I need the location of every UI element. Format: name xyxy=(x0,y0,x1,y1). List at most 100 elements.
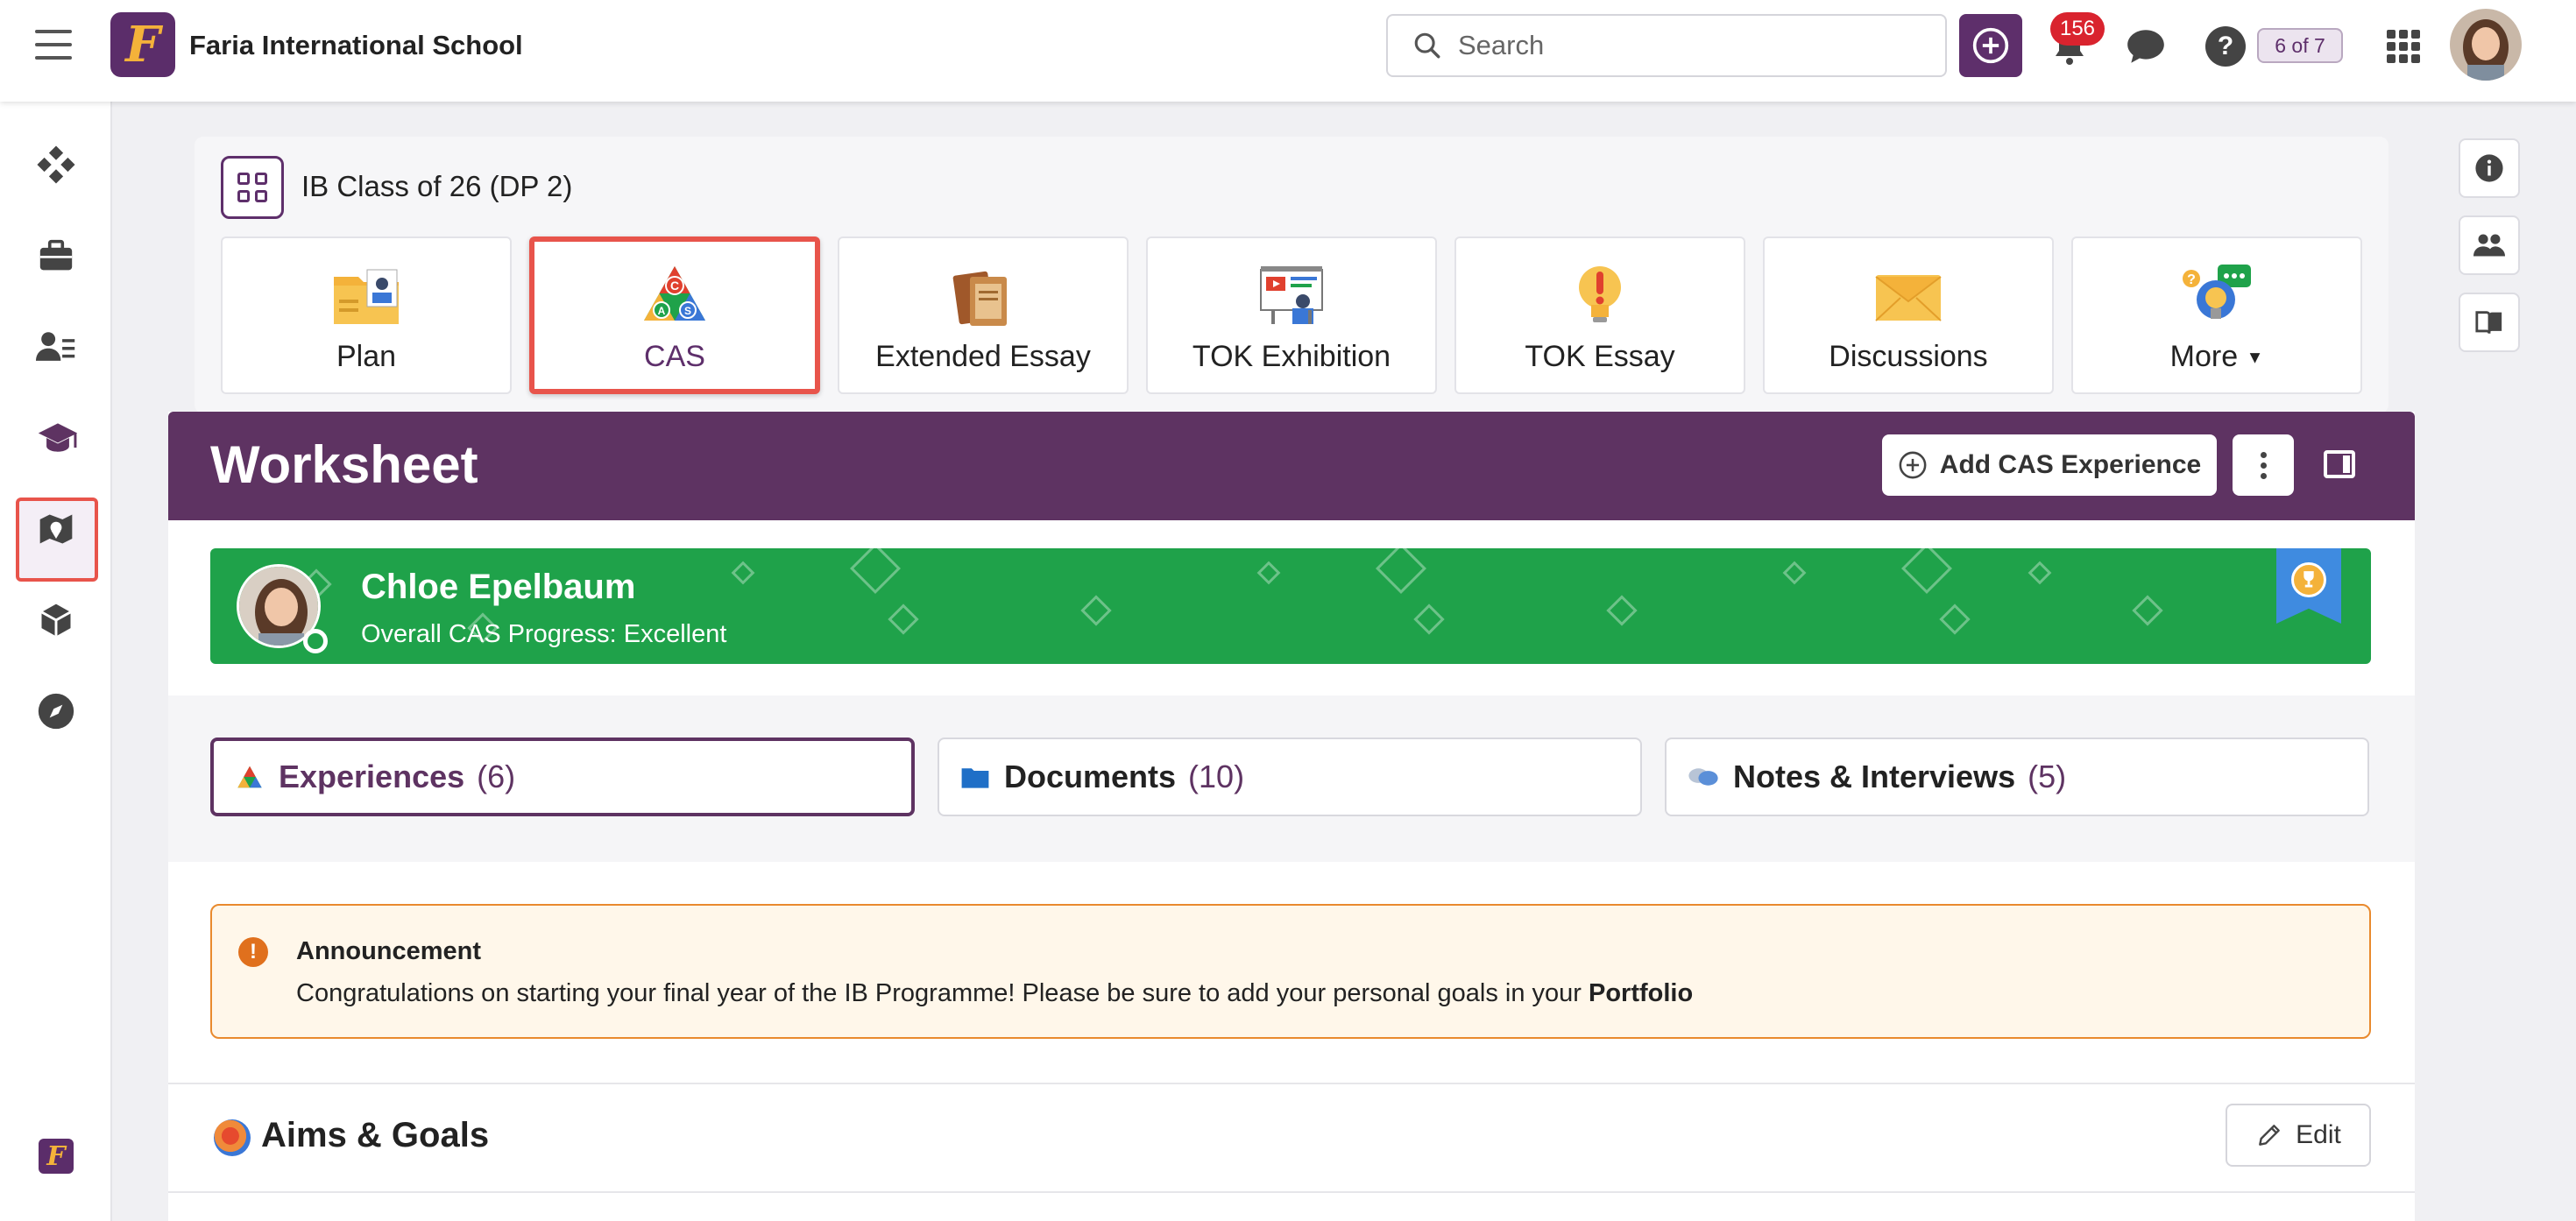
aims-goals-title: Aims & Goals xyxy=(261,1116,490,1154)
briefcase-icon xyxy=(39,239,73,271)
tile-extended-essay[interactable]: Extended Essay xyxy=(838,236,1129,394)
books-icon xyxy=(952,271,1007,326)
tile-discussions[interactable]: Discussions xyxy=(1763,236,2054,394)
nav-dashboard[interactable] xyxy=(33,142,79,187)
chat-icon[interactable] xyxy=(2124,26,2168,67)
cas-progress-text: Overall CAS Progress: Excellent xyxy=(361,620,727,648)
add-cas-label: Add CAS Experience xyxy=(1939,450,2202,479)
tile-label: More ▼ xyxy=(2073,340,2360,374)
tile-more[interactable]: ? More ▼ xyxy=(2071,236,2362,394)
users-icon xyxy=(2473,234,2505,257)
student-name[interactable]: Chloe Epelbaum xyxy=(361,568,635,607)
page-title: Worksheet xyxy=(210,435,478,494)
plus-icon xyxy=(1972,27,2009,64)
tile-plan[interactable]: Plan xyxy=(221,236,512,394)
school-logo[interactable]: F xyxy=(110,12,175,77)
compass-icon xyxy=(38,693,74,730)
cube-icon xyxy=(40,603,72,637)
tile-label: Discussions xyxy=(1829,340,1988,373)
add-cas-experience-button[interactable]: Add CAS Experience xyxy=(1882,434,2217,496)
portfolio-link[interactable]: Portfolio xyxy=(1589,979,1693,1007)
speech-bubbles-icon xyxy=(1688,768,1718,786)
page-counter[interactable]: 6 of 7 xyxy=(2257,28,2343,63)
search-input[interactable]: Search xyxy=(1386,14,1947,77)
cas-triangle-icon xyxy=(237,766,262,788)
online-status-indicator xyxy=(303,629,328,653)
more-options-icon[interactable] xyxy=(2233,434,2294,496)
tab-experiences[interactable]: Experiences (6) xyxy=(210,738,915,816)
tile-label: Plan xyxy=(336,340,397,373)
tab-label: Notes & Interviews xyxy=(1733,759,2016,794)
nav-units[interactable] xyxy=(33,597,79,643)
ideas-icon: ? xyxy=(2183,265,2251,319)
tile-tok-essay[interactable]: TOK Essay xyxy=(1454,236,1745,394)
apps-grid-icon[interactable] xyxy=(2387,30,2420,63)
nav-programme[interactable] xyxy=(35,415,81,461)
user-avatar[interactable] xyxy=(2450,9,2522,81)
faria-logo[interactable]: F xyxy=(39,1139,74,1174)
school-name[interactable]: Faria International School xyxy=(189,30,523,61)
folder-icon xyxy=(961,768,989,788)
dashboard-icon xyxy=(37,145,75,184)
divider xyxy=(168,1083,2415,1084)
svg-text:S: S xyxy=(684,305,691,317)
tab-documents[interactable]: Documents (10) xyxy=(938,738,1642,816)
graduation-cap-icon xyxy=(38,423,78,452)
tile-label: TOK Essay xyxy=(1525,340,1675,373)
tab-count: (6) xyxy=(477,759,516,794)
nav-people[interactable] xyxy=(33,324,79,370)
tab-label: Documents xyxy=(1004,759,1177,794)
cas-triangle-icon: CA S xyxy=(644,266,705,321)
menu-icon[interactable] xyxy=(35,30,72,60)
divider xyxy=(168,1191,2415,1193)
resources-button[interactable] xyxy=(2459,293,2520,352)
logo-letter: F xyxy=(125,16,160,74)
class-title: IB Class of 26 (DP 2) xyxy=(301,170,573,202)
announcement-body: Congratulations on starting your final y… xyxy=(296,979,1582,1007)
more-label: More xyxy=(2169,340,2239,373)
book-icon xyxy=(2475,311,2502,334)
help-icon[interactable]: ? xyxy=(2205,26,2246,67)
tile-label: Extended Essay xyxy=(875,340,1091,373)
lightbulb-exclamation-icon xyxy=(1579,266,1621,322)
search-icon xyxy=(1414,32,1440,59)
announcement-title: Announcement xyxy=(296,937,482,965)
edit-label: Edit xyxy=(2296,1120,2341,1149)
left-sidebar: F xyxy=(0,102,112,1221)
nav-explore[interactable] xyxy=(33,688,79,734)
tab-notes-interviews[interactable]: Notes & Interviews (5) xyxy=(1665,738,2369,816)
svg-text:?: ? xyxy=(2187,272,2196,287)
edit-button[interactable]: Edit xyxy=(2226,1104,2371,1167)
plan-folder-icon xyxy=(334,269,399,324)
create-button[interactable] xyxy=(1959,14,2022,77)
caret-down-icon: ▼ xyxy=(2246,348,2264,368)
tile-cas[interactable]: CAS CAS xyxy=(529,236,820,394)
nav-briefcase[interactable] xyxy=(33,233,79,279)
envelope-icon xyxy=(1875,275,1942,321)
tile-label: TOK Exhibition xyxy=(1192,340,1391,373)
info-button[interactable] xyxy=(2459,138,2520,198)
alert-icon: ! xyxy=(238,937,268,967)
presentation-icon xyxy=(1260,266,1323,324)
announcement-box xyxy=(210,904,2371,1039)
announcement-text: Congratulations on starting your final y… xyxy=(296,979,1693,1008)
class-switcher-icon[interactable] xyxy=(221,156,284,219)
plus-circle-icon xyxy=(1899,451,1927,479)
people-icon xyxy=(36,332,75,361)
tab-count: (5) xyxy=(2028,759,2067,794)
tile-tok-exhibition[interactable]: TOK Exhibition xyxy=(1146,236,1437,394)
panel-toggle-icon[interactable] xyxy=(2324,450,2355,478)
svg-text:C: C xyxy=(670,279,679,293)
pencil-icon xyxy=(2259,1125,2281,1146)
members-button[interactable] xyxy=(2459,215,2520,275)
info-icon xyxy=(2475,154,2503,182)
trophy-icon xyxy=(2291,562,2326,597)
nav-map[interactable] xyxy=(33,506,79,552)
search-placeholder: Search xyxy=(1458,30,1545,60)
tab-count: (10) xyxy=(1188,759,1245,794)
tab-label: Experiences xyxy=(279,759,465,794)
target-icon xyxy=(214,1119,251,1156)
notifications-badge[interactable]: 156 xyxy=(2050,12,2105,46)
tile-label: CAS xyxy=(644,340,705,373)
top-bar: F Faria International School Search 156 … xyxy=(0,0,2576,102)
